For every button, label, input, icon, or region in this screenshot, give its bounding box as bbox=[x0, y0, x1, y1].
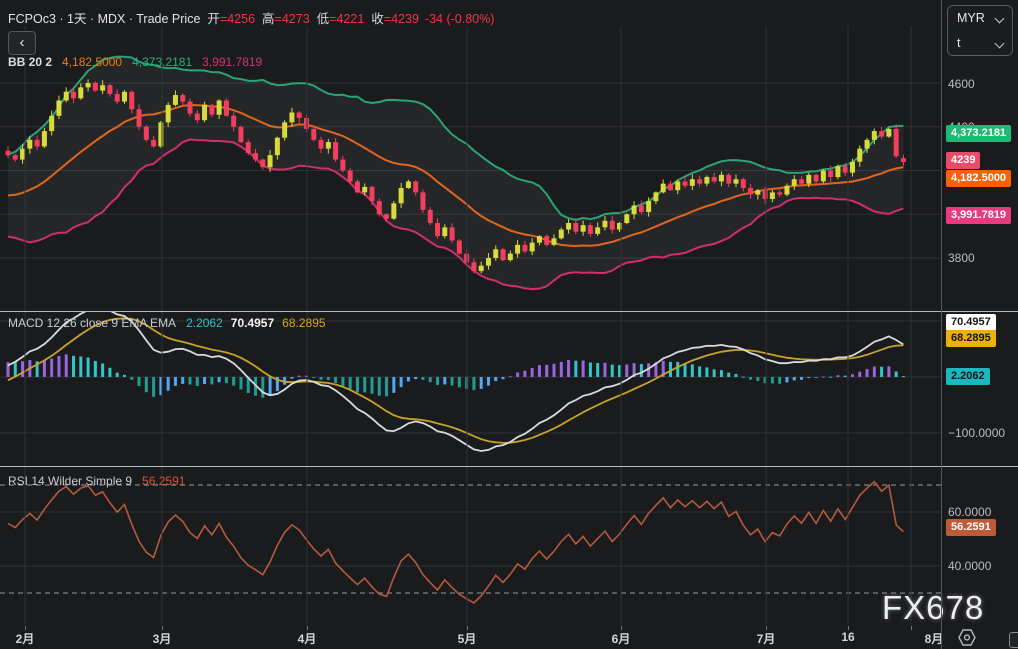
currency-select[interactable]: MYR bbox=[948, 6, 1012, 31]
rsi-label: RSI 14 Wilder Simple 9 bbox=[8, 474, 132, 488]
chart-controls: MYR t bbox=[947, 5, 1013, 56]
chevron-down-icon bbox=[995, 39, 1005, 49]
symbol-title: FCPOc3 · 1天 · MDX · Trade Price bbox=[8, 12, 200, 26]
bb-upper-badge: 4,373.2181 bbox=[946, 125, 1011, 142]
time-label-16: 16 bbox=[841, 630, 854, 644]
change-value: -34 (-0.80%) bbox=[425, 12, 494, 26]
close-label: 收 bbox=[371, 12, 384, 26]
trading-chart-app: FCPOc3 · 1天 · MDX · Trade Price开=4256高=4… bbox=[0, 0, 1018, 649]
bb-upper-value: 4,373.2181 bbox=[132, 55, 192, 69]
last-price-badge: 4239 bbox=[946, 152, 980, 169]
time-label-jun: 6月 bbox=[612, 630, 631, 647]
time-label-jul: 7月 bbox=[757, 630, 776, 647]
bb-legend: BB 20 2 4,182.5000 4,373.2181 3,991.7819 bbox=[8, 55, 262, 69]
pane-resize-handle-macd[interactable] bbox=[0, 311, 1018, 312]
time-label-may: 5月 bbox=[458, 630, 477, 647]
macd-hist-badge: 2.2062 bbox=[946, 368, 990, 385]
open-label: 开 bbox=[207, 12, 220, 26]
axis-label-40: 40.0000 bbox=[948, 559, 991, 573]
back-button[interactable]: ‹ bbox=[8, 31, 36, 55]
unit-value: t bbox=[957, 36, 960, 50]
macd-line-badge: 70.4957 bbox=[946, 314, 996, 331]
chart-canvas[interactable] bbox=[0, 0, 941, 625]
time-axis[interactable]: 2月 3月 4月 5月 6月 7月 16 8月 bbox=[0, 626, 1018, 649]
time-label-feb: 2月 bbox=[16, 630, 35, 647]
close-value: =4239 bbox=[384, 12, 419, 26]
macd-signal-badge: 68.2895 bbox=[946, 330, 996, 347]
macd-hist-value: 2.2062 bbox=[186, 316, 223, 330]
symbol-header: FCPOc3 · 1天 · MDX · Trade Price开=4256高=4… bbox=[8, 8, 494, 27]
bb-basis-value: 4,182.5000 bbox=[62, 55, 122, 69]
bb-lower-value: 3,991.7819 bbox=[202, 55, 262, 69]
pane-resize-handle-rsi[interactable] bbox=[0, 466, 1018, 467]
macd-label: MACD 12 26 close 9 EMA EMA bbox=[8, 316, 176, 330]
axis-label-60: 60.0000 bbox=[948, 505, 991, 519]
time-label-mar: 3月 bbox=[153, 630, 172, 647]
open-value: =4256 bbox=[220, 12, 255, 26]
bb-lower-badge: 3,991.7819 bbox=[946, 207, 1011, 224]
axis-label-neg100: −100.0000 bbox=[948, 426, 1005, 440]
rsi-badge: 56.2591 bbox=[946, 519, 996, 536]
rsi-value: 56.2591 bbox=[142, 474, 185, 488]
macd-line-value: 70.4957 bbox=[231, 316, 274, 330]
watermark: FX678 bbox=[882, 589, 984, 627]
currency-value: MYR bbox=[957, 11, 985, 25]
low-label: 低 bbox=[317, 12, 330, 26]
macd-signal-value: 68.2895 bbox=[282, 316, 325, 330]
timezone-settings-icon[interactable] bbox=[956, 627, 978, 648]
unit-select[interactable]: t bbox=[948, 31, 1012, 56]
high-value: =4273 bbox=[275, 12, 310, 26]
axis-label-4600: 4600 bbox=[948, 77, 975, 91]
axis-border bbox=[941, 0, 942, 649]
bb-label: BB 20 2 bbox=[8, 55, 52, 69]
low-value: =4221 bbox=[329, 12, 364, 26]
high-label: 高 bbox=[262, 12, 275, 26]
macd-legend: MACD 12 26 close 9 EMA EMA 2.2062 70.4957 6… bbox=[8, 316, 326, 330]
bb-basis-badge: 4,182.5000 bbox=[946, 170, 1011, 187]
time-label-apr: 4月 bbox=[298, 630, 317, 647]
back-chevron-icon: ‹ bbox=[20, 34, 25, 51]
rsi-legend: RSI 14 Wilder Simple 9 56.2591 bbox=[8, 474, 185, 488]
chevron-down-icon bbox=[995, 14, 1005, 24]
corner-button-partial[interactable] bbox=[1009, 632, 1018, 648]
axis-label-3800: 3800 bbox=[948, 251, 975, 265]
price-axis[interactable]: 4600 4400 3800 4,373.2181 4239 4,182.500… bbox=[941, 0, 1018, 625]
